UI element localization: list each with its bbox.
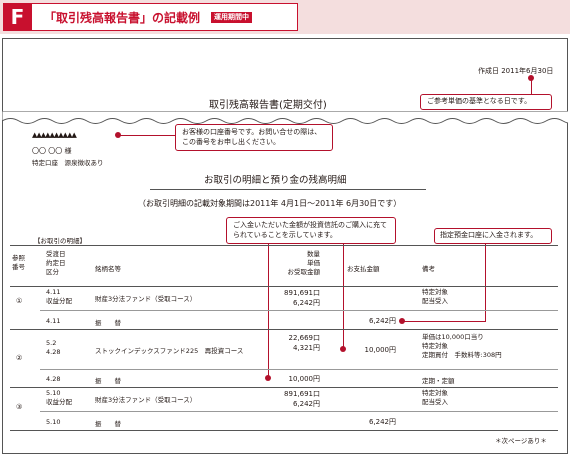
table-cell-date: 4.11 収益分配 [46, 288, 72, 305]
callout-designated-account: 指定預金口座に入金されます。 [434, 228, 552, 244]
table-cell-received: 10,000円 [288, 375, 321, 383]
table-cell-pay: 10,000円 [364, 346, 397, 354]
callout-dot [399, 318, 405, 324]
section-letter: F [3, 3, 32, 31]
ref-number: ② [16, 354, 23, 362]
divider [150, 189, 426, 190]
col-header-date: 受渡日 約定日 区分 [46, 250, 66, 276]
callout-line [403, 321, 486, 322]
table-cell-note: 定期・定額 [422, 377, 455, 385]
table-cell-qty: 22,669口 4,321円 [288, 334, 321, 352]
status-badge: 運用期間中 [211, 12, 252, 23]
table-cell-date: 4.28 [46, 375, 61, 383]
table-cell-date: 4.11 [46, 317, 61, 325]
table-label: 【お取引の明細】 [34, 237, 86, 245]
table-rule [10, 387, 558, 388]
table-cell-pay: 6,242円 [368, 317, 396, 325]
table-cell-note: 単価は10,000口当り 特定対象 定期買付 手数料等:308円 [422, 333, 502, 359]
table-cell-name: 振 替 [95, 377, 121, 385]
period-note: （お取引明細の記載対象期間は2011年 4月1日～2011年 6月30日です） [138, 199, 402, 208]
table-top-rule [10, 245, 558, 246]
table-cell-qty: 891,691口 6,242円 [284, 390, 320, 408]
page-title: 「取引残高報告書」の記載例 [44, 11, 201, 25]
table-cell-name: 財産3分法ファンド（受取コース） [95, 396, 197, 404]
created-date: 作成日 2011年6月30日 [478, 67, 554, 75]
row-rule [40, 411, 558, 412]
table-bottom-rule [10, 430, 558, 431]
customer-code: ▲▲▲▲▲▲▲▲▲▲ [32, 131, 77, 139]
row-rule [40, 310, 558, 311]
table-cell-note: 特定対象 配当受入 [422, 288, 448, 305]
footer-note: ＊次ページあり＊ [495, 437, 547, 445]
callout-line [119, 135, 176, 136]
ref-number: ③ [16, 403, 23, 411]
callout-account-number: お客様の口座番号です。お問い合せの際は、この番号をお申し出ください。 [175, 124, 333, 151]
callout-dot [528, 75, 534, 81]
callout-reinvest: ご入金いただいた金額が投資信託のご購入に充てられていることを示しています。 [226, 217, 396, 244]
callout-reference-date: ご参考単価の基準となる日です。 [420, 94, 552, 110]
table-cell-date: 5.10 収益分配 [46, 389, 72, 406]
table-cell-name: ストックインデックスファンド225 再投資コース [95, 347, 244, 355]
table-cell-name: 振 替 [95, 420, 121, 428]
account-type: 特定口座 源泉徴収あり [32, 159, 104, 167]
callout-line [343, 244, 344, 349]
table-rule [10, 329, 558, 330]
row-rule [40, 369, 558, 370]
table-cell-name: 振 替 [95, 319, 121, 327]
table-cell-pay: 6,242円 [368, 418, 396, 426]
col-header-note: 備考 [422, 265, 435, 273]
table-cell-date: 5.10 [46, 418, 61, 426]
table-cell-qty: 891,691口 6,242円 [284, 289, 320, 307]
table-cell-date: 5.2 4.28 [46, 339, 61, 356]
ref-number: ① [16, 297, 23, 305]
col-header-ref: 参照 番号 [12, 254, 25, 271]
section-title: お取引の明細と預り金の残高明細 [204, 175, 347, 186]
table-rule [10, 286, 558, 287]
table-cell-note: 特定対象 配当受入 [422, 389, 448, 406]
document-title: 取引残高報告書(定期交付) [209, 100, 327, 111]
col-header-name: 銘柄名等 [95, 265, 121, 273]
table-cell-name: 財産3分法ファンド（受取コース） [95, 295, 197, 303]
col-header-qty: 数量 単価 お受取金額 [287, 250, 321, 276]
col-header-pay: お支払金額 [347, 265, 380, 273]
customer-name: 〇〇 〇〇 様 [32, 147, 72, 155]
